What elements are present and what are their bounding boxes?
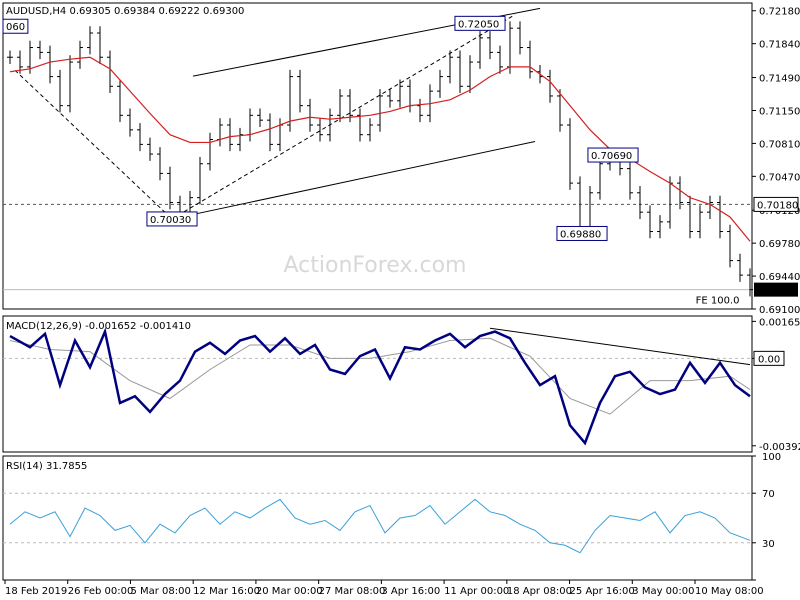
price-y-tick-label: 0.70470	[759, 172, 800, 183]
x-tick-label: 11 Apr 00:00	[444, 586, 509, 597]
rsi-title: RSI(14) 31.7855	[6, 461, 87, 472]
price-annotation: 0.72050	[458, 19, 499, 30]
level-line-label: 0.70180	[757, 200, 798, 211]
price-annotation: 0.69880	[560, 229, 601, 240]
x-tick-label: 3 Apr 16:00	[381, 586, 440, 597]
price-y-tick-label: 0.71150	[759, 106, 800, 117]
x-tick-label: 12 Mar 16:00	[193, 586, 260, 597]
macd-title: MACD(12,26,9) -0.001652 -0.001410	[6, 321, 191, 332]
price-annotation: 0.70030	[150, 215, 191, 226]
macd-y-tick-label: 0.001659	[759, 317, 800, 328]
x-tick-label: 26 Feb 00:00	[68, 586, 134, 597]
price-y-tick-label: 0.69780	[759, 239, 800, 250]
rsi-y-tick-label: 100	[762, 452, 781, 463]
x-tick-label: 5 Mar 08:00	[130, 586, 190, 597]
x-tick-label: 27 Mar 08:00	[319, 586, 386, 597]
x-tick-label: 18 Feb 2019	[5, 586, 67, 597]
current-price-label: 0.69300	[757, 286, 798, 297]
macd-zero-label: 0.00	[758, 354, 780, 365]
watermark: ActionForex.com	[284, 253, 467, 278]
price-annotation: 0.70690	[591, 151, 632, 162]
price-annotation: 060	[6, 22, 25, 33]
x-tick-label: 18 Apr 08:00	[507, 586, 572, 597]
price-y-tick-label: 0.71490	[759, 74, 800, 85]
price-y-tick-label: 0.69100	[759, 305, 800, 316]
price-y-tick-label: 0.71840	[759, 40, 800, 51]
x-tick-label: 10 May 08:00	[695, 586, 764, 597]
x-tick-label: 3 May 00:00	[632, 586, 694, 597]
price-y-tick-label: 0.72180	[759, 7, 800, 18]
pane-frame-2	[2, 455, 753, 581]
price-annotation: FE 100.0	[696, 295, 740, 306]
rsi-y-tick-label: 70	[762, 489, 775, 500]
x-tick-label: 20 Mar 00:00	[256, 586, 323, 597]
price-y-tick-label: 0.70810	[759, 139, 800, 150]
rsi-y-tick-label: 30	[762, 539, 775, 550]
x-tick-label: 25 Apr 16:00	[570, 586, 635, 597]
chart-canvas: ActionForex.com 0.72180 0.71840 0.71490 0.71…	[2, 2, 800, 597]
price-title: AUDUSD,H4 0.69305 0.69384 0.69222 0.6930…	[6, 6, 244, 17]
price-y-tick-label: 0.69440	[759, 272, 800, 283]
